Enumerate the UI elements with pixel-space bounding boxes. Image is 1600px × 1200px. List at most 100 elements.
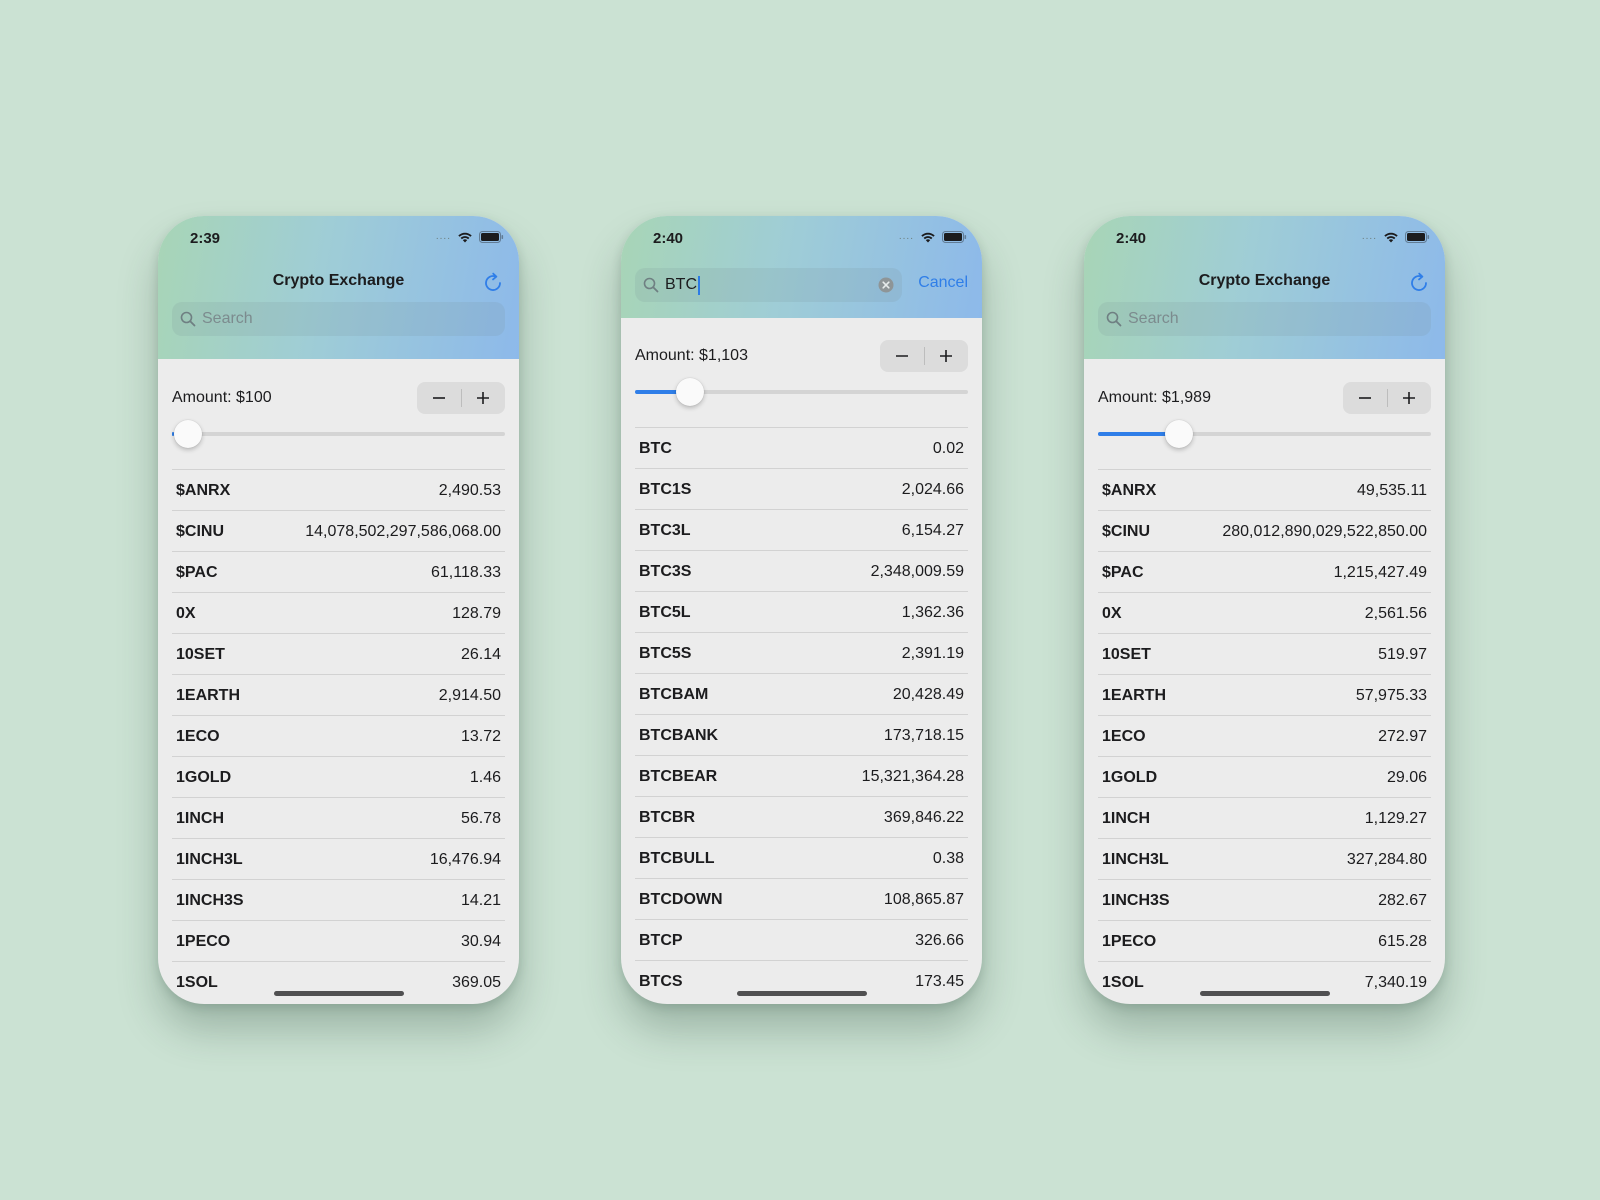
coin-value: 1.46 [469,769,501,786]
coin-row[interactable]: 1INCH3L 16,476.94 [172,838,505,879]
coin-list: $ANRX 49,535.11 $CINU 280,012,890,029,522,8… [1098,469,1431,1002]
coin-value: 369,846.22 [883,809,964,826]
coin-row[interactable]: 0X 2,561.56 [1098,592,1431,633]
increment-button[interactable] [462,382,506,414]
plus-icon [1403,392,1416,404]
coin-row[interactable]: 1GOLD 1.46 [172,756,505,797]
coin-row[interactable]: BTCBR 369,846.22 [635,796,968,837]
coin-row[interactable]: 1INCH 1,129.27 [1098,797,1431,838]
coin-row[interactable]: 1GOLD 29.06 [1098,756,1431,797]
coin-symbol: $PAC [1102,564,1144,581]
decrement-button[interactable] [417,382,461,414]
search-input[interactable] [1128,304,1431,334]
slider-thumb[interactable] [1165,420,1194,448]
signal-icon: .... [435,231,451,242]
coin-symbol: 1INCH3S [176,892,244,909]
coin-symbol: 1INCH3L [176,851,243,868]
coin-row[interactable]: 10SET 26.14 [172,633,505,674]
coin-row[interactable]: 1PECO 30.94 [172,920,505,961]
coin-list: BTC 0.02 BTC1S 2,024.66 BTC3L 6,154.27 BTC3S 2,… [635,427,968,1001]
cancel-button[interactable]: Cancel [918,274,968,292]
battery-icon [942,231,967,243]
coin-row[interactable]: 1INCH3S 282.67 [1098,879,1431,920]
coin-row[interactable]: BTC5L 1,362.36 [635,591,968,632]
coin-value: 2,024.66 [901,481,964,498]
search-input[interactable]: BTC [665,276,697,294]
refresh-icon[interactable] [481,271,505,295]
coin-symbol: 1INCH [1102,810,1151,827]
coin-row[interactable]: 1ECO 13.72 [172,715,505,756]
coin-row[interactable]: BTCBAM 20,428.49 [635,673,968,714]
coin-row[interactable]: BTC3S 2,348,009.59 [635,550,968,591]
search-input[interactable] [202,304,505,334]
coin-row[interactable]: $PAC 61,118.33 [172,551,505,592]
decrement-button[interactable] [1343,382,1387,414]
coin-row[interactable]: $ANRX 2,490.53 [172,469,505,510]
amount-row: Amount: $1,103 [635,340,968,372]
coin-row[interactable]: $ANRX 49,535.11 [1098,469,1431,510]
coin-row[interactable]: BTCBULL 0.38 [635,837,968,878]
coin-row[interactable]: BTCBANK 173,718.15 [635,714,968,755]
signal-icon: .... [1361,231,1377,242]
coin-row[interactable]: BTCDOWN 108,865.87 [635,878,968,919]
wifi-icon [1384,232,1398,243]
coin-row[interactable]: 1INCH3L 327,284.80 [1098,838,1431,879]
coin-symbol: $CINU [176,523,225,540]
increment-button[interactable] [1388,382,1432,414]
coin-row[interactable]: 1ECO 272.97 [1098,715,1431,756]
coin-symbol: 1PECO [1102,933,1157,950]
coin-row[interactable]: $CINU 14,078,502,297,586,068.00 [172,510,505,551]
slider-thumb[interactable] [676,378,705,406]
coin-row[interactable]: BTC3L 6,154.27 [635,509,968,550]
coin-row[interactable]: BTCP 326.66 [635,919,968,960]
coin-symbol: $ANRX [1102,482,1157,499]
clear-icon[interactable] [878,277,894,293]
coin-symbol: BTC5S [639,645,692,662]
coin-row[interactable]: BTC1S 2,024.66 [635,468,968,509]
coin-row[interactable]: 1EARTH 57,975.33 [1098,674,1431,715]
coin-symbol: $CINU [1102,523,1151,540]
coin-row[interactable]: 10SET 519.97 [1098,633,1431,674]
coin-row[interactable]: 1INCH 56.78 [172,797,505,838]
search-icon [643,277,659,293]
decrement-button[interactable] [880,340,924,372]
search-bar[interactable] [172,302,505,336]
coin-symbol: 10SET [1102,646,1151,663]
status-icons: .... [436,231,504,243]
coin-row[interactable]: 0X 128.79 [172,592,505,633]
battery-icon [479,231,504,243]
coin-value: 2,348,009.59 [870,563,964,580]
status-bar: 2:39 .... [158,216,519,260]
coin-symbol: BTC5L [639,604,691,621]
coin-value: 13.72 [460,728,501,745]
coin-row[interactable]: 1INCH3S 14.21 [172,879,505,920]
amount-slider[interactable] [172,420,505,448]
amount-slider[interactable] [635,378,968,406]
amount-stepper [1343,382,1431,414]
coin-symbol: 10SET [176,646,225,663]
refresh-icon[interactable] [1407,271,1431,295]
coin-symbol: 1GOLD [176,769,232,786]
coin-row[interactable]: 1PECO 615.28 [1098,920,1431,961]
coin-symbol: BTCBEAR [639,768,718,785]
coin-row[interactable]: BTCBEAR 15,321,364.28 [635,755,968,796]
minus-icon [1358,397,1371,399]
search-bar[interactable] [1098,302,1431,336]
coin-row[interactable]: 1EARTH 2,914.50 [172,674,505,715]
coin-symbol: 1GOLD [1102,769,1158,786]
coin-symbol: BTCBANK [639,727,719,744]
coin-row[interactable]: BTC 0.02 [635,427,968,468]
increment-button[interactable] [925,340,969,372]
amount-slider[interactable] [1098,420,1431,448]
coin-value: 26.14 [460,646,501,663]
slider-thumb[interactable] [173,420,202,448]
header: 2:40 .... BTC Cancel [621,216,982,318]
signal-icon: .... [898,231,914,242]
plus-icon [477,392,490,404]
coin-row[interactable]: $CINU 280,012,890,029,522,850.00 [1098,510,1431,551]
coin-value: 30.94 [460,933,501,950]
coin-row[interactable]: BTC5S 2,391.19 [635,632,968,673]
amount-row: Amount: $100 [172,382,505,414]
coin-row[interactable]: $PAC 1,215,427.49 [1098,551,1431,592]
search-bar[interactable]: BTC [635,268,902,302]
